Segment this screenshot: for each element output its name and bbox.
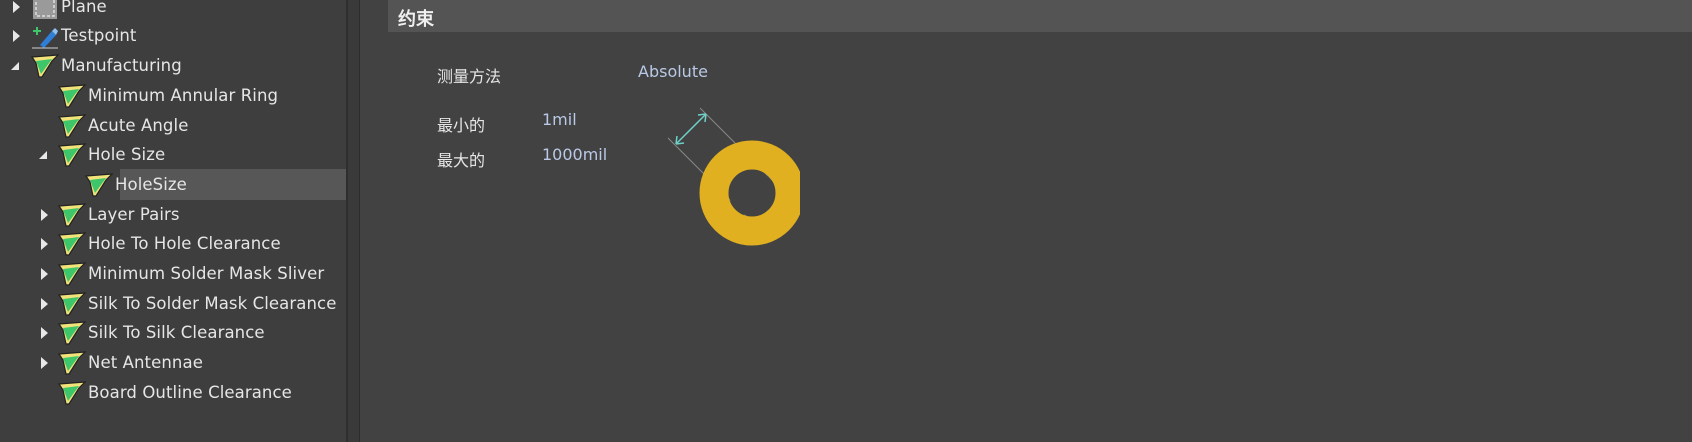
rule-icon [57, 320, 87, 346]
tree-item-label: Plane [61, 0, 107, 16]
section-title: 约束 [398, 9, 434, 30]
hole-size-diagram [667, 107, 800, 246]
measure-method-label: 测量方法 [437, 67, 502, 86]
tree-item-silk-to-silk-clearance[interactable]: Silk To Silk Clearance [0, 317, 346, 348]
drill-hole [729, 170, 775, 216]
tree-item-label: Minimum Solder Mask Sliver [88, 264, 325, 283]
min-size-label: 最小的 [437, 116, 486, 135]
tree-item-label: HoleSize [115, 175, 187, 194]
rule-icon [57, 261, 87, 287]
rule-editor-panel: 约束 测量方法 Absolute 最小的 1mil 最大的 1000mil [360, 0, 1692, 442]
rule-icon [57, 83, 87, 109]
dimension-arrow-icon [675, 113, 707, 145]
tree-item-net-antennae[interactable]: Net Antennae [0, 347, 346, 378]
rule-icon [57, 202, 87, 228]
expand-arrow-icon[interactable] [41, 298, 48, 310]
tree-item-testpoint[interactable]: Testpoint [0, 20, 346, 51]
expand-arrow-icon[interactable] [41, 209, 48, 221]
tree-item-label: Acute Angle [88, 116, 189, 135]
tree-item-minimum-annular-ring[interactable]: Minimum Annular Ring [0, 80, 346, 111]
collapse-arrow-icon[interactable] [39, 151, 47, 159]
tree-item-layer-pairs[interactable]: Layer Pairs [0, 199, 346, 230]
expand-arrow-icon[interactable] [13, 1, 20, 13]
tree-item-label: Board Outline Clearance [88, 383, 292, 402]
tree-item-manufacturing[interactable]: Manufacturing [0, 50, 346, 81]
min-size-value[interactable]: 1mil [542, 110, 577, 129]
collapse-arrow-icon[interactable] [11, 62, 19, 70]
tree-item-label: Testpoint [61, 26, 137, 45]
max-size-value[interactable]: 1000mil [542, 145, 607, 164]
tree-item-plane[interactable]: Plane [0, 0, 346, 22]
tree-item-holesize-rule[interactable]: HoleSize [0, 169, 346, 200]
tree-item-label: Net Antennae [88, 353, 203, 372]
tree-item-acute-angle[interactable]: Acute Angle [0, 110, 346, 141]
tree-item-hole-size[interactable]: Hole Size [0, 139, 346, 170]
rule-icon [57, 142, 87, 168]
design-rules-tree[interactable]: Plane Testpoint Manufacturing Minimum An… [0, 0, 346, 442]
tree-item-label: Hole To Hole Clearance [88, 234, 281, 253]
measure-method-value[interactable]: Absolute [638, 62, 708, 81]
testpoint-icon [30, 23, 60, 49]
tree-item-hole-to-hole-clearance[interactable]: Hole To Hole Clearance [0, 228, 346, 259]
tree-item-board-outline-clearance[interactable]: Board Outline Clearance [0, 377, 346, 408]
tree-item-label: Hole Size [88, 145, 166, 164]
rule-icon [57, 231, 87, 257]
expand-arrow-icon[interactable] [41, 268, 48, 280]
constraints-section-header: 约束 [388, 0, 1692, 32]
tree-item-label: Silk To Silk Clearance [88, 323, 265, 342]
rule-icon [57, 380, 87, 406]
tree-item-label: Silk To Solder Mask Clearance [88, 294, 337, 313]
expand-arrow-icon[interactable] [41, 357, 48, 369]
expand-arrow-icon[interactable] [13, 30, 20, 42]
rule-icon [84, 172, 114, 198]
plane-icon [30, 0, 60, 20]
rule-icon [30, 53, 60, 79]
tree-item-label: Minimum Annular Ring [88, 86, 279, 105]
rule-icon [57, 113, 87, 139]
tree-item-minimum-solder-mask-sliver[interactable]: Minimum Solder Mask Sliver [0, 258, 346, 289]
expand-arrow-icon[interactable] [41, 327, 48, 339]
tree-item-label: Layer Pairs [88, 205, 180, 224]
expand-arrow-icon[interactable] [41, 238, 48, 250]
rule-icon [57, 291, 87, 317]
tree-item-silk-to-solder-mask-clearance[interactable]: Silk To Solder Mask Clearance [0, 288, 346, 319]
tree-item-label: Manufacturing [61, 56, 182, 75]
rule-icon [57, 350, 87, 376]
max-size-label: 最大的 [437, 151, 486, 170]
